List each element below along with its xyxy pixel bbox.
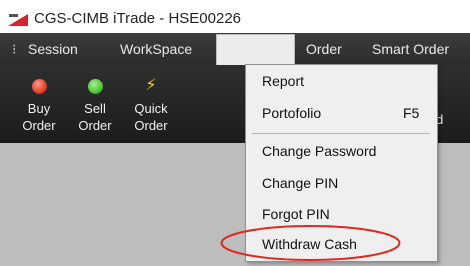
- buy-order-label-2: Order: [22, 118, 56, 133]
- highlight-ellipse: [220, 225, 401, 261]
- cgs-cimb-logo-icon: [8, 14, 28, 26]
- quick-order-label-1: Quick: [134, 101, 168, 116]
- menu-smart-order[interactable]: Smart Order: [372, 41, 449, 57]
- sell-order-label-2: Order: [78, 118, 112, 133]
- menu-order[interactable]: Order: [306, 41, 342, 57]
- menu-item-change-password[interactable]: Change Password: [262, 143, 376, 159]
- sell-order-button[interactable]: Sell Order: [68, 71, 122, 137]
- quick-order-button[interactable]: ⚡ Quick Order: [124, 71, 178, 137]
- menu-separator: [252, 133, 430, 134]
- menu-account-open[interactable]: [216, 34, 295, 67]
- menu-item-change-pin[interactable]: Change PIN: [262, 175, 338, 191]
- menu-item-report[interactable]: Report: [262, 73, 304, 89]
- buy-order-label-1: Buy: [27, 101, 51, 116]
- portofolio-shortcut: F5: [403, 105, 420, 121]
- buy-order-button[interactable]: Buy Order: [12, 71, 66, 137]
- menu-workspace[interactable]: WorkSpace: [120, 41, 192, 57]
- menu-grip-icon[interactable]: ⁝: [12, 41, 16, 58]
- menu-session[interactable]: Session: [28, 41, 78, 57]
- title-bar: CGS-CIMB iTrade - HSE00226: [0, 0, 470, 33]
- red-circle-icon: [31, 79, 47, 94]
- menu-item-forgot-pin[interactable]: Forgot PIN: [262, 206, 330, 222]
- menu-bar: ⁝ Session WorkSpace Order Smart Order: [0, 33, 470, 67]
- sell-order-label-1: Sell: [84, 101, 106, 116]
- lightning-icon: ⚡: [145, 77, 157, 94]
- menu-item-portofolio[interactable]: Portofolio: [262, 105, 321, 121]
- quick-order-label-2: Order: [134, 118, 168, 133]
- window-title: CGS-CIMB iTrade - HSE00226: [34, 10, 242, 27]
- green-circle-icon: [87, 79, 103, 94]
